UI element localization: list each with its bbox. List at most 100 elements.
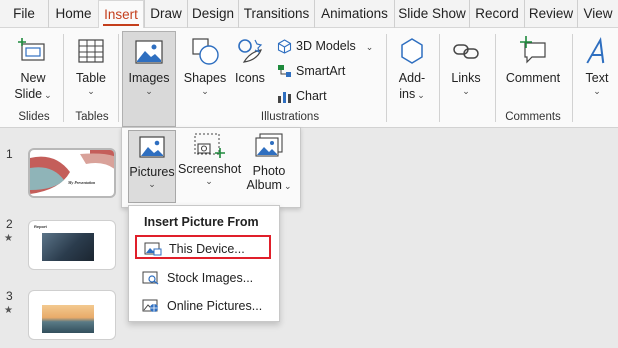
icons-label: Icons — [235, 71, 265, 85]
pictures-icon — [139, 136, 165, 158]
comment-icon — [520, 36, 546, 64]
slide-3-photo — [42, 305, 94, 333]
links-button[interactable]: Links ⌄ — [444, 34, 488, 106]
chevron-down-icon: ⌄ — [365, 42, 374, 52]
chevron-down-icon: ⌄ — [593, 86, 601, 96]
shapes-label: Shapes — [183, 71, 227, 85]
group-label-comments: Comments — [505, 111, 561, 123]
tab-home[interactable]: Home — [48, 0, 98, 28]
slide-thumbnail-2[interactable]: Report — [28, 220, 116, 270]
new-slide-icon — [18, 38, 45, 61]
stock-images-menu-item[interactable]: Stock Images... — [135, 266, 271, 290]
animation-star-icon: ★ — [4, 305, 13, 316]
divider — [386, 34, 387, 122]
tab-slide-show[interactable]: Slide Show — [394, 0, 469, 28]
animation-star-icon: ★ — [4, 233, 13, 244]
online-pictures-icon — [142, 299, 158, 312]
chart-icon — [278, 92, 291, 104]
new-slide-label-2: Slide ⌄ — [14, 87, 52, 101]
tab-view[interactable]: View — [577, 0, 618, 28]
pictures-label: Pictures — [129, 165, 175, 179]
divider — [572, 34, 573, 122]
menu-tab-bar: File Home Insert Draw Design Transitions… — [0, 0, 618, 28]
add-ins-label-2: ins ⌄ — [399, 87, 425, 101]
tab-animations[interactable]: Animations — [314, 0, 394, 28]
chevron-down-icon: ⌄ — [201, 86, 209, 96]
table-button[interactable]: Table ⌄ — [68, 34, 114, 106]
table-label: Table — [76, 71, 106, 85]
new-slide-button[interactable]: New Slide ⌄ — [8, 34, 58, 106]
chevron-down-icon: ⌄ — [205, 176, 213, 186]
add-ins-button[interactable]: Add- ins ⌄ — [390, 34, 434, 106]
insert-ribbon: New Slide ⌄ Slides Table ⌄ Tables Images … — [0, 28, 618, 128]
slide-1-artwork — [30, 150, 114, 194]
pictures-button[interactable]: Pictures ⌄ — [128, 130, 176, 203]
photo-album-icon — [255, 133, 283, 157]
device-picture-icon — [144, 242, 162, 256]
screenshot-label: Screenshot — [178, 162, 242, 176]
slide-number: 1 — [6, 147, 13, 161]
screenshot-icon — [194, 133, 225, 158]
icons-button[interactable]: Icons — [230, 34, 270, 106]
photo-album-label-1: Photo — [252, 164, 286, 178]
slide-thumbnail-3[interactable] — [28, 290, 116, 340]
comment-label: Comment — [505, 71, 561, 85]
group-label-illustrations: Illustrations — [260, 111, 320, 123]
divider — [439, 34, 440, 122]
screenshot-button[interactable]: Screenshot ⌄ — [178, 130, 242, 203]
menu-header: Insert Picture From — [144, 215, 259, 229]
smartart-button[interactable]: SmartArt — [277, 61, 367, 81]
slide-number: 3 — [6, 289, 13, 303]
chevron-down-icon: ⌄ — [145, 86, 153, 96]
insert-picture-from-menu: Insert Picture From This Device... Stock… — [128, 205, 280, 322]
cube-icon — [277, 39, 292, 54]
tab-review[interactable]: Review — [524, 0, 577, 28]
chart-button[interactable]: Chart — [277, 86, 357, 106]
chevron-down-icon: ⌄ — [148, 179, 156, 189]
group-label-slides: Slides — [18, 111, 50, 123]
text-icon — [586, 36, 605, 64]
slide-number: 2 — [6, 217, 13, 231]
links-label: Links — [451, 71, 481, 85]
add-ins-label-1: Add- — [398, 71, 426, 85]
images-icon — [135, 40, 163, 64]
group-label-tables: Tables — [75, 111, 109, 123]
stock-images-label: Stock Images... — [167, 271, 254, 285]
images-label: Images — [128, 71, 170, 85]
shapes-button[interactable]: Shapes ⌄ — [182, 34, 228, 106]
add-ins-icon — [401, 38, 423, 64]
table-icon — [78, 39, 104, 63]
photo-album-button[interactable]: Photo Album ⌄ — [242, 130, 296, 203]
online-pictures-menu-item[interactable]: Online Pictures... — [135, 294, 271, 318]
new-slide-label-1: New — [20, 71, 46, 85]
this-device-label: This Device... — [169, 242, 245, 256]
stock-images-icon — [142, 271, 159, 285]
images-button[interactable]: Images ⌄ — [122, 31, 176, 127]
online-pictures-label: Online Pictures... — [167, 299, 263, 313]
comment-button[interactable]: Comment — [502, 34, 564, 106]
chevron-down-icon: ⌄ — [462, 86, 470, 96]
this-device-menu-item[interactable]: This Device... — [135, 235, 271, 259]
chevron-down-icon: ⌄ — [87, 86, 95, 96]
tab-design[interactable]: Design — [187, 0, 238, 28]
tab-insert[interactable]: Insert — [98, 0, 144, 28]
icons-icon — [238, 39, 263, 63]
text-button[interactable]: Text ⌄ — [578, 34, 616, 106]
tab-transitions[interactable]: Transitions — [238, 0, 314, 28]
tab-record[interactable]: Record — [469, 0, 524, 28]
shapes-icon — [192, 38, 219, 65]
text-label: Text — [585, 71, 609, 85]
slide-2-photo — [42, 233, 94, 261]
slide-thumbnail-1[interactable]: My Presentation — [28, 148, 116, 198]
3d-models-button[interactable]: 3D Models ⌄ — [277, 36, 377, 56]
divider — [495, 34, 496, 122]
tab-file[interactable]: File — [0, 0, 48, 28]
link-icon — [453, 44, 479, 59]
images-dropdown-panel: Pictures ⌄ Screenshot ⌄ Photo Album ⌄ — [121, 127, 301, 208]
divider — [118, 34, 119, 122]
slide-1-caption: My Presentation — [68, 180, 96, 185]
tab-draw[interactable]: Draw — [144, 0, 187, 28]
slide-2-caption: Report — [34, 224, 47, 229]
divider — [63, 34, 64, 122]
slide-thumbnail-panel: 1 My Presentation 2 ★ Report 3 ★ — [0, 129, 120, 348]
